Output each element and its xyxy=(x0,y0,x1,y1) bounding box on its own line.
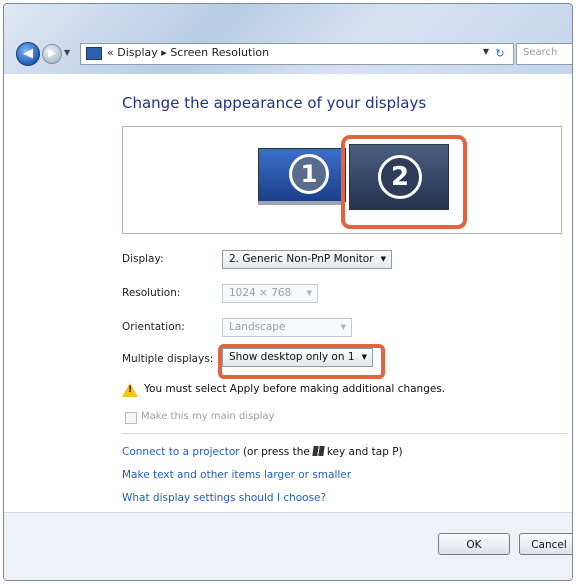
monitor-1[interactable]: 1 xyxy=(258,148,346,202)
forward-button[interactable]: ▶ xyxy=(42,44,62,64)
back-button[interactable]: ◀ xyxy=(16,42,40,66)
cancel-button[interactable]: Cancel xyxy=(519,533,572,555)
windows-key-icon xyxy=(312,446,325,456)
main-display-checkbox-label: Make this my main display xyxy=(141,411,275,422)
divider xyxy=(122,433,568,434)
address-bar[interactable]: « Display ▸ Screen Resolution ▼ ↻ xyxy=(80,43,514,65)
refresh-button[interactable]: ↻ xyxy=(491,45,509,62)
refresh-icon: ↻ xyxy=(495,47,505,60)
control-panel-icon xyxy=(86,47,102,60)
back-arrow-icon: ◀ xyxy=(23,46,33,61)
ok-button[interactable]: OK xyxy=(438,533,510,555)
resolution-label: Resolution: xyxy=(122,287,181,299)
monitor-2-highlight xyxy=(341,135,467,229)
main-display-checkbox xyxy=(125,412,137,424)
resolution-select-value: 1024 × 768 xyxy=(229,287,292,299)
breadcrumb: « Display ▸ Screen Resolution xyxy=(107,46,269,59)
window-frame: ◀ ▶ ▼ « Display ▸ Screen Resolution ▼ ↻ … xyxy=(3,3,573,581)
display-select-value: 2. Generic Non-PnP Monitor xyxy=(229,253,374,265)
display-help-link[interactable]: What display settings should I choose? xyxy=(122,492,326,504)
forward-arrow-icon: ▶ xyxy=(48,48,56,59)
search-placeholder: Search xyxy=(523,47,558,58)
chevron-down-icon: ▼ xyxy=(380,255,386,263)
text-size-link[interactable]: Make text and other items larger or smal… xyxy=(122,469,351,481)
display-select[interactable]: 2. Generic Non-PnP Monitor ▼ xyxy=(222,250,392,269)
connect-projector-link[interactable]: Connect to a projector xyxy=(122,446,240,458)
orientation-select-value: Landscape xyxy=(229,321,286,333)
multiple-displays-highlight xyxy=(218,344,385,379)
warning-exclamation: ! xyxy=(128,385,133,395)
breadcrumb-display[interactable]: Display xyxy=(117,46,158,59)
search-box[interactable]: Search xyxy=(516,43,572,65)
projector-hint-pre: (or press the xyxy=(242,446,310,458)
display-preview: 1 2 xyxy=(122,126,562,234)
address-dropdown-icon[interactable]: ▼ xyxy=(483,47,489,56)
breadcrumb-arrow-icon: ▸ xyxy=(161,46,167,59)
monitor-1-number: 1 xyxy=(289,154,329,194)
breadcrumb-screen-resolution[interactable]: Screen Resolution xyxy=(170,46,269,59)
orientation-label: Orientation: xyxy=(122,321,185,333)
multiple-displays-label: Multiple displays: xyxy=(122,353,214,365)
breadcrumb-overflow[interactable]: « xyxy=(107,46,114,59)
resolution-select: 1024 × 768 ▼ xyxy=(222,284,318,303)
navigation-bar: ◀ ▶ ▼ « Display ▸ Screen Resolution ▼ ↻ … xyxy=(4,40,572,70)
display-label: Display: xyxy=(122,253,164,265)
projector-hint-post: key and tap P) xyxy=(326,446,403,458)
chevron-down-icon: ▼ xyxy=(306,289,312,297)
warning-message: You must select Apply before making addi… xyxy=(144,383,446,395)
chevron-down-icon: ▼ xyxy=(340,323,346,331)
button-bar: OK Cancel xyxy=(4,512,572,580)
orientation-select: Landscape ▼ xyxy=(222,318,352,337)
monitor-1-base xyxy=(258,201,344,205)
content-area: Change the appearance of your displays 1… xyxy=(4,74,572,580)
page-title: Change the appearance of your displays xyxy=(122,94,427,112)
history-dropdown-icon[interactable]: ▼ xyxy=(64,48,70,57)
projector-line: Connect to a projector (or press the key … xyxy=(122,446,403,458)
